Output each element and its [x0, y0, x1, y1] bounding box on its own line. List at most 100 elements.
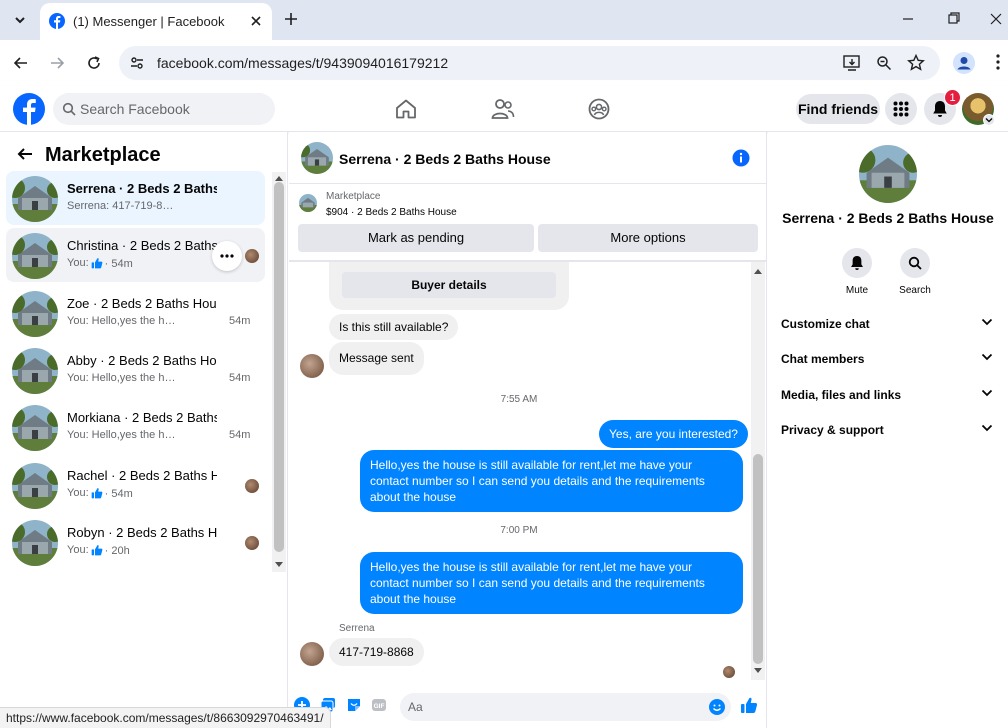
search-label: Search: [899, 285, 931, 296]
conversation-name: Abby · 2 Beds 2 Baths House: [67, 353, 217, 368]
bell-icon[interactable]: [842, 248, 872, 278]
like-thumbs-up-icon: [89, 488, 105, 500]
chevron-down-icon[interactable]: [981, 389, 993, 397]
window-close-icon[interactable]: [990, 12, 1002, 26]
find-friends-button[interactable]: Find friends: [796, 94, 880, 124]
buyer-details-button[interactable]: Buyer details: [342, 272, 556, 298]
chat-header: Serrena · 2 Beds 2 Baths House: [289, 132, 767, 184]
tab-close-icon[interactable]: [248, 13, 264, 29]
conversation-row[interactable]: Christina · 2 Beds 2 Baths House You:· 54…: [6, 228, 265, 282]
svg-text:GIF: GIF: [374, 703, 385, 710]
window-restore-icon[interactable]: [948, 12, 960, 26]
sticker-icon[interactable]: [346, 697, 362, 713]
mark-as-pending-button[interactable]: Mark as pending: [298, 224, 534, 252]
conversation-row[interactable]: Serrena · 2 Beds 2 Baths House Serrena: 4…: [6, 171, 265, 225]
search-icon[interactable]: [900, 248, 930, 278]
conversation-name: Morkiana · 2 Beds 2 Baths House: [67, 410, 217, 425]
friends-icon[interactable]: [491, 98, 515, 120]
site-info-icon[interactable]: [129, 55, 145, 71]
chevron-down-icon[interactable]: [981, 424, 993, 432]
incoming-message: Message sent: [329, 342, 424, 375]
listing-thumbnail[interactable]: [299, 194, 317, 212]
groups-icon[interactable]: [588, 98, 610, 120]
browser-menu-kebab-icon[interactable]: [996, 54, 1000, 70]
forward-arrow-icon[interactable]: [49, 55, 65, 71]
like-thumbs-up-icon: [89, 545, 105, 557]
message-input[interactable]: [400, 693, 731, 721]
tab-list-chevron-icon[interactable]: [7, 8, 33, 32]
message-composer: GIF: [289, 688, 767, 728]
emoji-icon[interactable]: [709, 699, 725, 715]
read-receipt-avatar: [245, 536, 259, 550]
outgoing-message: Yes, are you interested?: [599, 420, 748, 448]
browser-tab[interactable]: (1) Messenger | Facebook: [40, 3, 272, 40]
conversation-row[interactable]: Morkiana · 2 Beds 2 Baths House You: Hell…: [6, 400, 265, 454]
bookmark-star-icon[interactable]: [907, 54, 925, 72]
gif-icon[interactable]: GIF: [371, 697, 387, 713]
message-thread-scrollbar[interactable]: [751, 262, 765, 680]
conversation-row[interactable]: Zoe · 2 Beds 2 Baths House You: Hello,yes…: [6, 286, 265, 340]
account-chevron-down-icon[interactable]: [983, 114, 995, 126]
new-tab-plus-icon[interactable]: [283, 11, 299, 27]
details-section-chat-members[interactable]: Chat members: [781, 348, 993, 372]
conversation-row[interactable]: Rachel · 2 Beds 2 Baths House You:· 54m: [6, 458, 265, 512]
marketplace-conversation-list: Marketplace Serrena · 2 Beds 2 Baths Hou…: [0, 132, 288, 728]
address-bar[interactable]: facebook.com/messages/t/9439094016179212: [119, 46, 940, 80]
search-input[interactable]: [80, 93, 265, 125]
listing-price[interactable]: $904 · 2 Beds 2 Baths House: [326, 207, 457, 218]
buyer-details-card: Buyer details: [329, 262, 569, 310]
reload-icon[interactable]: [86, 55, 102, 71]
window-minimize-icon[interactable]: [902, 12, 914, 26]
status-bar-url: https://www.facebook.com/messages/t/8663…: [0, 707, 331, 728]
sender-avatar[interactable]: [300, 354, 324, 378]
incoming-message: 417-719-8868: [329, 638, 424, 666]
conversation-row[interactable]: Abby · 2 Beds 2 Baths House You: Hello,ye…: [6, 343, 265, 397]
more-options-icon[interactable]: [212, 241, 242, 271]
conversation-preview: Serrena: 417-719-8868 · 51m: [67, 200, 179, 212]
listing-label: Marketplace: [326, 191, 381, 202]
section-label: Chat members: [781, 352, 865, 366]
conversation-info-icon[interactable]: [732, 149, 750, 167]
marketplace-title: Marketplace: [45, 144, 161, 166]
install-app-icon[interactable]: [843, 55, 861, 71]
facebook-top-nav: Find friends 1: [0, 86, 1008, 132]
browser-tab-bar: (1) Messenger | Facebook: [0, 0, 1008, 40]
conversation-preview: You: Hello,yes the house is still a...: [67, 372, 179, 384]
details-section-privacy-support[interactable]: Privacy & support: [781, 419, 993, 443]
listing-house-avatar[interactable]: [859, 145, 917, 203]
scrollbar-thumb[interactable]: [753, 454, 763, 664]
scrollbar-thumb[interactable]: [274, 182, 284, 552]
url-text[interactable]: facebook.com/messages/t/9439094016179212: [157, 55, 448, 71]
like-thumbs-up-icon[interactable]: [740, 696, 758, 714]
listing-house-avatar: [12, 463, 58, 509]
conversation-preview: You: · 20h: [67, 544, 130, 557]
conversation-preview: You: · 54m: [67, 487, 133, 500]
facebook-logo-icon[interactable]: [13, 93, 45, 125]
conversation-preview: You: Hello,yes the house is still a...: [67, 429, 179, 441]
browser-profile-icon[interactable]: [953, 52, 975, 74]
details-section-customize-chat[interactable]: Customize chat: [781, 313, 993, 337]
more-options-button[interactable]: More options: [538, 224, 758, 252]
mute-label: Mute: [845, 285, 869, 296]
sender-avatar[interactable]: [300, 642, 324, 666]
menu-grid-icon[interactable]: [885, 93, 917, 125]
conversation-list-scrollbar[interactable]: [272, 172, 286, 572]
home-icon[interactable]: [395, 99, 417, 119]
details-section-media-files-and-links[interactable]: Media, files and links: [781, 384, 993, 408]
back-arrow-icon[interactable]: [16, 146, 34, 162]
zoom-icon[interactable]: [876, 55, 892, 71]
chevron-down-icon[interactable]: [981, 318, 993, 326]
mute-button[interactable]: Mute: [829, 248, 885, 296]
listing-house-thumbnail[interactable]: [301, 142, 333, 174]
tab-title: (1) Messenger | Facebook: [73, 14, 225, 29]
chevron-down-icon[interactable]: [981, 353, 993, 361]
search-conversation-button[interactable]: Search: [887, 248, 943, 296]
message-timestamp: 7:55 AM: [500, 394, 538, 405]
facebook-search-box[interactable]: [53, 93, 275, 125]
conversation-details-panel: Serrena · 2 Beds 2 Baths House Mute Sear…: [768, 132, 1008, 728]
incoming-message: Is this still available?: [329, 314, 459, 340]
conversation-row[interactable]: Robyn · 2 Beds 2 Baths House You:· 20h: [6, 515, 265, 569]
listing-house-avatar: [12, 176, 58, 222]
back-arrow-icon[interactable]: [13, 55, 29, 71]
conversation-time: 54m: [229, 372, 251, 384]
